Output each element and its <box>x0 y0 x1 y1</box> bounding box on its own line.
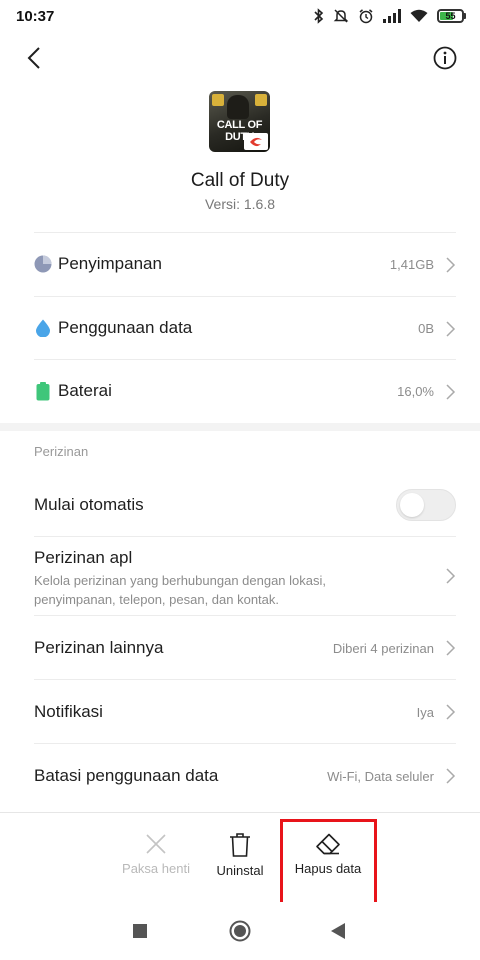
battery-level: 55 <box>445 11 456 21</box>
app-permissions-title: Perizinan apl <box>34 548 133 567</box>
chevron-right-icon <box>446 384 456 400</box>
home-button[interactable] <box>210 902 270 960</box>
uninstall-button[interactable]: Uninstal <box>200 813 280 903</box>
back-button[interactable] <box>18 42 50 74</box>
signal-icon <box>383 9 401 23</box>
app-info-header <box>0 36 480 80</box>
autostart-title: Mulai otomatis <box>34 495 144 514</box>
notifications-row[interactable]: Notifikasi Iya <box>0 680 480 744</box>
chevron-right-icon <box>446 768 456 784</box>
other-permissions-title: Perizinan lainnya <box>34 638 164 657</box>
pie-chart-icon <box>34 255 52 273</box>
data-usage-value: 0B <box>418 321 434 336</box>
battery-icon <box>34 381 52 400</box>
battery-title: Baterai <box>58 381 112 400</box>
status-bar: 10:37 55 <box>0 0 480 32</box>
force-stop-button[interactable]: Paksa henti <box>112 813 200 903</box>
toggle-knob <box>400 493 424 517</box>
app-name: Call of Duty <box>190 170 290 191</box>
app-version: Versi: 1.6.8 <box>204 196 276 212</box>
recents-square-icon <box>133 924 147 938</box>
other-permissions-row[interactable]: Perizinan lainnya Diberi 4 perizinan <box>0 616 480 680</box>
autostart-toggle[interactable] <box>396 489 456 521</box>
data-usage-title: Penggunaan data <box>58 318 193 337</box>
highlight-annotation <box>280 819 377 908</box>
system-nav-bar <box>0 902 480 960</box>
storage-row[interactable]: Penyimpanan 1,41GB <box>0 233 480 296</box>
storage-value: 1,41GB <box>389 257 434 272</box>
chevron-right-icon <box>446 640 456 656</box>
status-time: 10:37 <box>16 7 55 25</box>
app-permissions-row[interactable]: Perizinan apl Kelola perizinan yang berh… <box>0 537 480 616</box>
battery-value: 16,0% <box>397 384 434 399</box>
force-stop-label: Paksa henti <box>122 861 190 876</box>
notifications-value: Iya <box>416 705 434 720</box>
publisher-badge-icon <box>244 133 268 150</box>
mute-icon <box>333 9 349 23</box>
chevron-right-icon <box>446 568 456 584</box>
app-permissions-subtitle-line2: penyimpanan, telepon, pesan, dan kontak. <box>34 592 280 607</box>
battery-row[interactable]: Baterai 16,0% <box>0 360 480 423</box>
bluetooth-icon <box>314 8 324 24</box>
home-circle-icon <box>229 920 251 942</box>
chevron-right-icon <box>446 321 456 337</box>
close-icon <box>146 834 166 854</box>
status-icons: 55 <box>314 8 466 24</box>
chevron-left-icon <box>27 47 40 69</box>
section-separator <box>0 423 480 431</box>
wifi-icon <box>410 9 428 22</box>
storage-title: Penyimpanan <box>58 254 162 273</box>
back-triangle-icon <box>331 923 345 939</box>
trash-icon <box>230 833 250 857</box>
chevron-right-icon <box>446 257 456 273</box>
battery-indicator: 55 <box>437 9 466 23</box>
recents-button[interactable] <box>110 902 170 960</box>
alarm-icon <box>359 9 373 24</box>
info-icon <box>433 46 457 70</box>
data-usage-row[interactable]: Penggunaan data 0B <box>0 297 480 360</box>
permissions-section-label: Perizinan <box>34 444 89 459</box>
info-button[interactable] <box>430 43 460 73</box>
back-nav-button[interactable] <box>308 902 368 960</box>
water-drop-icon <box>34 319 52 337</box>
notifications-title: Notifikasi <box>34 702 103 721</box>
uninstall-label: Uninstal <box>216 863 264 878</box>
chevron-right-icon <box>446 704 456 720</box>
autostart-row[interactable]: Mulai otomatis <box>0 473 480 536</box>
data-limit-title: Batasi penggunaan data <box>34 766 219 785</box>
app-icon: CALL OF DUTY <box>209 91 270 152</box>
data-limit-value: Wi-Fi, Data seluler <box>327 769 434 784</box>
app-permissions-subtitle-line1: Kelola perizinan yang berhubungan dengan… <box>34 573 326 588</box>
other-permissions-value: Diberi 4 perizinan <box>332 641 434 656</box>
data-limit-row[interactable]: Batasi penggunaan data Wi-Fi, Data selul… <box>0 744 480 808</box>
action-bar: Paksa henti Uninstal Hapus data <box>0 812 480 902</box>
